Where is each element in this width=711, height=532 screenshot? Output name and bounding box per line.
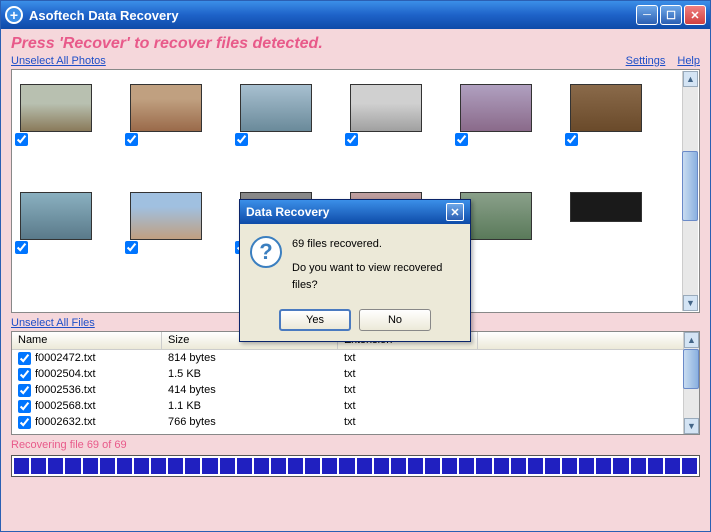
photo-checkbox[interactable] (125, 133, 138, 146)
photo-thumbnail (570, 192, 642, 222)
files-panel: Name Size Extension f0002472.txt814 byte… (11, 331, 700, 435)
window-controls: ─ ☐ ✕ (636, 5, 706, 25)
settings-link[interactable]: Settings (626, 55, 666, 67)
file-checkbox[interactable] (18, 416, 31, 429)
no-button[interactable]: No (359, 309, 431, 331)
file-size: 814 bytes (162, 352, 338, 364)
photo-checkbox[interactable] (15, 241, 28, 254)
photo-thumbnail (20, 192, 92, 240)
scroll-down-icon[interactable]: ▼ (683, 295, 698, 311)
dialog-text: 69 files recovered. Do you want to view … (292, 236, 460, 295)
progress-bar (11, 455, 700, 477)
photo-checkbox[interactable] (235, 133, 248, 146)
files-scrollbar[interactable]: ▲ ▼ (683, 332, 699, 434)
file-ext: txt (338, 400, 478, 412)
file-size: 414 bytes (162, 384, 338, 396)
dialog-body: ? 69 files recovered. Do you want to vie… (240, 224, 470, 341)
dialog-titlebar: Data Recovery ✕ (240, 200, 470, 224)
dialog-line1: 69 files recovered. (292, 236, 460, 254)
file-row[interactable]: f0002536.txt 414 bytestxt (12, 382, 699, 398)
scroll-down-icon[interactable]: ▼ (684, 418, 699, 434)
file-checkbox[interactable] (18, 368, 31, 381)
file-checkbox[interactable] (18, 400, 31, 413)
photo-checkbox[interactable] (15, 133, 28, 146)
photo-item[interactable] (240, 78, 300, 168)
photo-thumbnail (460, 84, 532, 132)
unselect-files-link[interactable]: Unselect All Files (11, 317, 95, 329)
photo-thumbnail (570, 84, 642, 132)
file-name: f0002536.txt (35, 384, 96, 396)
photo-item[interactable] (130, 186, 190, 276)
file-checkbox[interactable] (18, 352, 31, 365)
app-icon (5, 6, 23, 24)
file-row[interactable]: f0002568.txt 1.1 KBtxt (12, 398, 699, 414)
file-ext: txt (338, 416, 478, 428)
photo-checkbox[interactable] (125, 241, 138, 254)
photo-item[interactable] (460, 78, 520, 168)
file-checkbox[interactable] (18, 384, 31, 397)
recovery-dialog: Data Recovery ✕ ? 69 files recovered. Do… (239, 199, 471, 342)
files-body: f0002472.txt814 bytestxt f0002504.txt1.5… (12, 350, 699, 430)
file-name: f0002472.txt (35, 352, 96, 364)
file-ext: txt (338, 384, 478, 396)
scroll-up-icon[interactable]: ▲ (683, 71, 698, 87)
photo-thumbnail (130, 84, 202, 132)
scroll-thumb[interactable] (683, 349, 699, 389)
file-size: 1.5 KB (162, 368, 338, 380)
photo-checkbox[interactable] (345, 133, 358, 146)
titlebar: Asoftech Data Recovery ─ ☐ ✕ (1, 1, 710, 29)
column-header-blank (478, 332, 699, 349)
photo-item[interactable] (350, 78, 410, 168)
photo-item[interactable] (20, 186, 80, 276)
photo-checkbox[interactable] (455, 133, 468, 146)
photo-checkbox[interactable] (565, 133, 578, 146)
photo-thumbnail (130, 192, 202, 240)
main-window: Asoftech Data Recovery ─ ☐ ✕ Press 'Reco… (0, 0, 711, 532)
column-header-name[interactable]: Name (12, 332, 162, 349)
file-name: f0002568.txt (35, 400, 96, 412)
dialog-title: Data Recovery (246, 205, 446, 219)
file-ext: txt (338, 352, 478, 364)
maximize-button[interactable]: ☐ (660, 5, 682, 25)
file-name: f0002504.txt (35, 368, 96, 380)
photo-thumbnail (350, 84, 422, 132)
file-ext: txt (338, 368, 478, 380)
right-links: Settings Help (626, 55, 700, 67)
photo-item[interactable] (570, 78, 630, 168)
dialog-buttons: Yes No (250, 309, 460, 331)
minimize-button[interactable]: ─ (636, 5, 658, 25)
file-row[interactable]: f0002472.txt 814 bytestxt (12, 350, 699, 366)
file-size: 766 bytes (162, 416, 338, 428)
file-row[interactable]: f0002504.txt 1.5 KBtxt (12, 366, 699, 382)
photos-scrollbar[interactable]: ▲ ▼ (682, 71, 698, 311)
status-text: Recovering file 69 of 69 (11, 439, 700, 451)
dialog-close-button[interactable]: ✕ (446, 203, 464, 221)
scroll-thumb[interactable] (682, 151, 698, 221)
photo-item[interactable] (570, 186, 630, 276)
photo-thumbnail (240, 84, 312, 132)
file-name: f0002632.txt (35, 416, 96, 428)
window-title: Asoftech Data Recovery (29, 8, 636, 23)
file-row[interactable]: f0002632.txt 766 bytestxt (12, 414, 699, 430)
dialog-content: ? 69 files recovered. Do you want to vie… (250, 236, 460, 295)
scroll-up-icon[interactable]: ▲ (684, 332, 699, 348)
yes-button[interactable]: Yes (279, 309, 351, 331)
instruction-text: Press 'Recover' to recover files detecte… (11, 35, 700, 53)
question-icon: ? (250, 236, 282, 268)
photo-item[interactable] (20, 78, 80, 168)
file-size: 1.1 KB (162, 400, 338, 412)
dialog-line2: Do you want to view recovered files? (292, 260, 460, 295)
close-button[interactable]: ✕ (684, 5, 706, 25)
unselect-photos-link[interactable]: Unselect All Photos (11, 55, 106, 67)
photo-item[interactable] (130, 78, 190, 168)
photo-thumbnail (20, 84, 92, 132)
top-links-row: Unselect All Photos Settings Help (11, 55, 700, 67)
help-link[interactable]: Help (677, 55, 700, 67)
